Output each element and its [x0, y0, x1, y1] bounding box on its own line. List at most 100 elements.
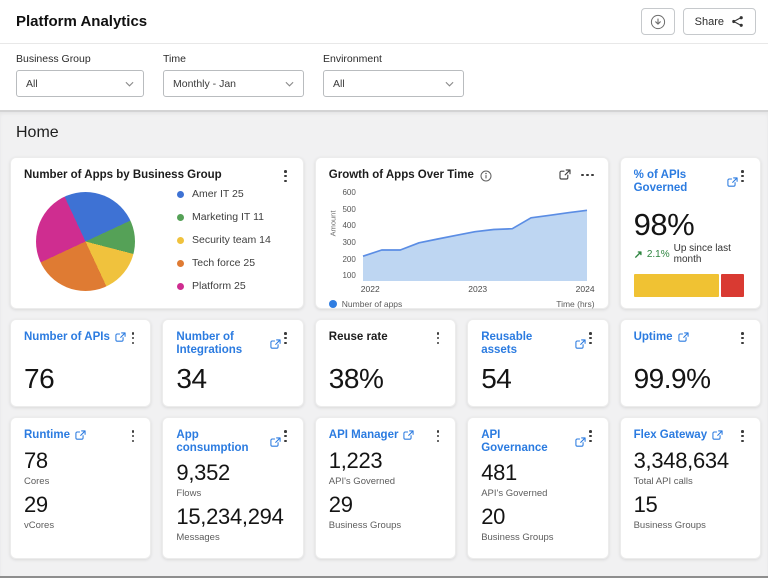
card-title-link[interactable]: Reusable assets	[481, 331, 586, 357]
growth-x-ticks: 2022 2023 2024	[361, 284, 595, 294]
card-title-link[interactable]: Number of Integrations	[176, 331, 281, 357]
external-link-icon	[270, 338, 281, 350]
card-title-link[interactable]: Runtime	[24, 429, 86, 442]
legend-dot-icon	[328, 300, 337, 308]
card-uptime: Uptime 99.9%	[619, 319, 761, 407]
kebab-menu-icon[interactable]	[738, 169, 747, 183]
card-title: App consumption	[176, 429, 249, 454]
card-title: API Manager	[328, 429, 399, 441]
card-number-of-integrations: Number of Integrations 34	[162, 319, 304, 407]
detail-label-1: Total API calls	[633, 476, 693, 488]
kebab-menu-icon[interactable]	[281, 331, 290, 345]
select-value: Monthly - Jan	[173, 77, 237, 90]
kebab-menu-icon[interactable]	[586, 331, 595, 345]
topbar-actions: Share	[640, 8, 756, 35]
external-link-icon	[677, 332, 689, 343]
x-tick-label: 2022	[360, 284, 380, 294]
card-title: Number of APIs	[24, 331, 110, 343]
card-title: Runtime	[24, 429, 70, 441]
y-tick-label: 400	[342, 221, 356, 231]
download-button[interactable]	[640, 8, 675, 35]
external-link-icon	[403, 430, 415, 441]
card-title: % of APIs Governed	[633, 169, 688, 194]
kebab-menu-icon[interactable]	[738, 429, 747, 443]
detail-value-1: 1,223	[328, 448, 383, 474]
legend-dot-icon	[177, 236, 184, 244]
kebab-menu-icon[interactable]	[434, 331, 443, 345]
info-icon[interactable]	[480, 170, 492, 182]
pie-legend: Amer IT 25 Marketing IT 11 Security team…	[177, 188, 271, 292]
kebab-menu-icon[interactable]	[129, 331, 138, 345]
governed-bar-red	[720, 274, 745, 297]
kebab-menu-icon[interactable]	[586, 429, 595, 443]
legend-dot-icon	[177, 282, 184, 290]
card-title-link[interactable]: Flex Gateway	[634, 429, 724, 442]
filter-business-group: Business Group All	[16, 53, 144, 97]
chevron-down-icon	[125, 81, 134, 87]
y-tick-label: 600	[342, 188, 356, 197]
detail-value-2: 29	[24, 492, 48, 518]
filter-environment: Environment All	[323, 53, 464, 97]
card-title: Reuse rate	[328, 331, 388, 343]
detail-value-2: 29	[328, 492, 353, 518]
top-bar: Platform Analytics Share	[0, 0, 768, 44]
external-link-icon	[575, 436, 586, 448]
legend-item: Marketing IT 11	[177, 211, 271, 223]
legend-dot-icon	[177, 259, 184, 267]
trend-indicator: ↗ 2.1% Up since last month	[634, 243, 747, 265]
detail-value-1: 78	[24, 448, 48, 474]
card-apps-by-business-group: Number of Apps by Business Group Amer IT…	[10, 157, 304, 309]
legend-label: Platform 25	[192, 280, 246, 293]
card-api-manager: API Manager 1,223 API's Governed 29 Busi…	[314, 417, 457, 559]
governed-bar-yellow	[633, 274, 719, 297]
kebab-menu-icon[interactable]	[434, 429, 443, 443]
time-select[interactable]: Monthly - Jan	[163, 70, 304, 97]
card-title-link[interactable]: Number of APIs	[24, 331, 126, 344]
detail-value-1: 481	[481, 460, 517, 485]
legend-dot-icon	[177, 190, 184, 198]
detail-label-1: API's Governed	[328, 476, 396, 488]
card-title: API Governance	[481, 429, 548, 454]
y-tick-label: 300	[342, 238, 356, 247]
kebab-menu-icon[interactable]	[281, 169, 290, 183]
card-title-link[interactable]: % of APIs Governed	[634, 169, 739, 195]
kebab-menu-icon[interactable]	[129, 429, 138, 443]
growth-y-ticks: 100 200 300 400 500 600	[338, 188, 356, 281]
select-value: All	[333, 77, 345, 90]
share-button[interactable]: Share	[682, 8, 756, 35]
legend-item: Tech force 25	[177, 257, 271, 269]
detail-label-2: vCores	[24, 520, 55, 532]
environment-select[interactable]: All	[323, 70, 464, 97]
page-title: Platform Analytics	[16, 13, 148, 30]
detail-value-1: 3,348,634	[633, 448, 729, 474]
x-tick-label: 2024	[575, 284, 595, 294]
detail-label-1: API's Governed	[481, 488, 548, 499]
card-reuse-rate: Reuse rate 38%	[314, 319, 457, 407]
card-app-consumption: App consumption 9,352 Flows 15,234,294 M…	[162, 417, 304, 559]
card-title-link[interactable]: App consumption	[176, 429, 281, 455]
card-title-link[interactable]: API Manager	[329, 429, 415, 442]
card-title: Number of Apps by Business Group	[24, 169, 222, 181]
kebab-menu-icon[interactable]	[281, 429, 290, 443]
business-group-select[interactable]: All	[16, 70, 144, 97]
external-link-icon	[75, 430, 86, 441]
legend-item: Security team 14	[177, 234, 271, 246]
card-apis-governed: % of APIs Governed 98% ↗ 2.1% Up since l…	[619, 157, 761, 309]
legend-label: Tech force 25	[192, 257, 256, 270]
governed-progress-bar	[633, 274, 747, 297]
chevron-down-icon	[285, 81, 294, 87]
legend-label: Security team 14	[192, 234, 271, 247]
trend-up-arrow-icon: ↗	[633, 248, 643, 261]
detail-label-1: Flows	[176, 488, 202, 499]
card-title-link[interactable]: API Governance	[481, 429, 586, 455]
legend-item: Platform 25	[177, 280, 271, 292]
share-button-label: Share	[694, 15, 724, 28]
more-options-icon[interactable]	[580, 171, 594, 180]
kebab-menu-icon[interactable]	[738, 331, 747, 345]
card-title-link[interactable]: Uptime	[634, 331, 689, 344]
external-link-icon[interactable]	[559, 169, 572, 181]
y-axis-label: Amount	[328, 210, 338, 237]
share-icon	[731, 15, 744, 28]
y-tick-label: 200	[342, 254, 356, 264]
card-reusable-assets: Reusable assets 54	[467, 319, 609, 407]
